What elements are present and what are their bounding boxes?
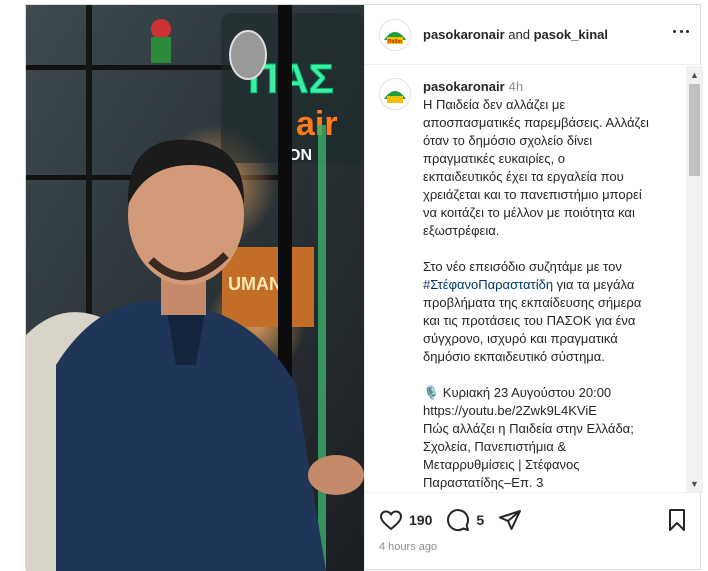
post-actions: 190 5 4 hours ago [365, 492, 703, 571]
caption: pasokaronair 4h Η Παιδεία δεν αλλάζει με … [379, 78, 685, 492]
post-photo-illustration: ΠΑΣ air ON UMANJ [26, 5, 364, 571]
caption-url[interactable]: https://youtu.be/2Zwk9L4KViE [423, 402, 685, 420]
caption-line: εξωστρέφεια. [423, 223, 500, 238]
caption-line: και τις προτάσεις του ΠΑΣΟΚ για ένα [423, 313, 636, 328]
caption-line: Παραστατίδης–Επ. 3 [423, 475, 544, 490]
game-box: UMANJ [222, 247, 314, 327]
brand-logo-icon [380, 79, 410, 109]
caption-line: Στο νέο επεισόδιο συζητάμε με τον [423, 259, 622, 274]
caption-username[interactable]: pasokaronair [423, 79, 505, 94]
caption-line: σύγχρονο, ισχυρό και πραγματικά [423, 331, 618, 346]
scroll-up-icon[interactable]: ▲ [686, 66, 703, 83]
caption-line: χρειάζεται και το πανεπιστήμιο μπορεί [423, 187, 642, 202]
author-link-2[interactable]: pasok_kinal [534, 27, 608, 42]
caption-avatar[interactable] [379, 78, 411, 110]
caption-line: πραγματικές ευκαιρίες, ο [423, 151, 566, 166]
caption-line: #ΣτέφανοΠαραστατίδη για τα μεγάλα [423, 276, 685, 294]
scroll-down-icon[interactable]: ▼ [686, 475, 703, 492]
post-image[interactable]: ΠΑΣ air ON UMANJ [26, 5, 364, 571]
heart-icon[interactable] [379, 508, 403, 532]
send-icon[interactable] [498, 508, 522, 532]
caption-line: όταν το δημόσιο σχολείο δίνει [423, 133, 593, 148]
caption-line: δημόσιο εκπαιδευτικό σύστημα. [423, 349, 605, 364]
caption-line: προβλήματα της εκπαίδευσης σήμερα [423, 295, 642, 310]
caption-line: εκπαιδευτικός έχει τα εργαλεία που [423, 169, 624, 184]
comment-count[interactable]: 5 [476, 512, 484, 528]
caption-line: Η Παιδεία δεν αλλάζει με [423, 97, 566, 112]
caption-line: να κοιτάζει το μέλλον με ποιότητα και [423, 205, 635, 220]
caption-line: Μεταρρυθμίσεις | Στέφανος [423, 457, 580, 472]
post-authors: pasokaronair and pasok_kinal [423, 27, 608, 42]
svg-text:Ράδιο: Ράδιο [388, 39, 402, 45]
scrollbar-thumb[interactable] [689, 84, 700, 176]
brand-logo-icon: Ράδιο [380, 19, 410, 50]
hashtag-link[interactable]: #ΣτέφανοΠαραστατίδη [423, 277, 553, 292]
bookmark-icon[interactable] [665, 508, 689, 532]
post-timestamp[interactable]: 4 hours ago [379, 541, 437, 553]
caption-time: 4h [508, 79, 524, 94]
caption-line: Σχολεία, Πανεπιστήμια & [423, 439, 567, 454]
like-count[interactable]: 190 [409, 512, 432, 528]
neon-sign: ΠΑΣ air ON [221, 13, 364, 164]
comment-icon[interactable] [446, 508, 470, 532]
caption-line: Πώς αλλάζει η Παιδεία στην Ελλάδα; [423, 421, 634, 436]
profile-avatar[interactable]: Ράδιο [379, 18, 411, 51]
scrollbar[interactable]: ▲ ▼ [686, 66, 703, 492]
caption-line: αποσπασματικές παρεμβάσεις. Αλλάζει [423, 115, 649, 130]
comments-area[interactable]: pasokaronair 4h Η Παιδεία δεν αλλάζει με … [365, 66, 703, 492]
caption-line-rest: για τα μεγάλα [553, 277, 635, 292]
post-dialog: ΠΑΣ air ON UMANJ [25, 4, 703, 571]
caption-line: 🎙️ Κυριακή 23 Αυγούστου 20:00 [423, 385, 612, 400]
svg-text:air: air [296, 105, 338, 143]
more-options-icon[interactable] [673, 28, 689, 34]
and-text: and [504, 27, 534, 42]
post-details-panel: Ράδιο pasokaronair and pasok_kinal pasok… [364, 5, 703, 571]
caption-text: pasokaronair 4h Η Παιδεία δεν αλλάζει με … [423, 78, 685, 492]
author-link-1[interactable]: pasokaronair [423, 27, 505, 42]
post-header: Ράδιο pasokaronair and pasok_kinal [365, 5, 703, 65]
